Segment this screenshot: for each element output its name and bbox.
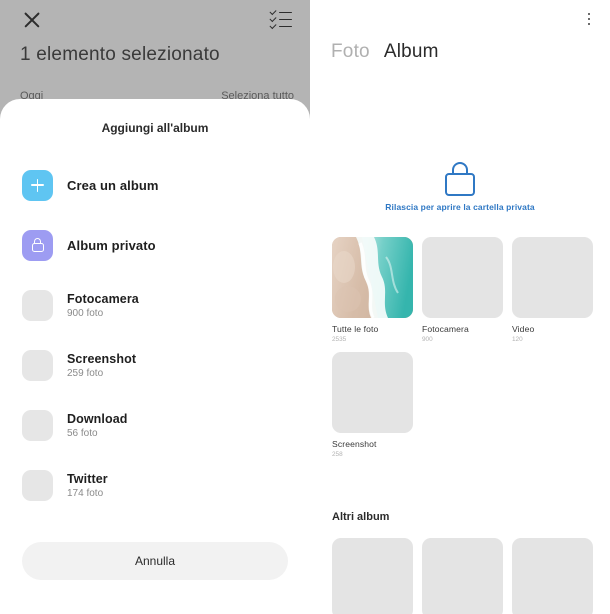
check-glyph xyxy=(269,14,277,22)
album-thumbnail xyxy=(22,289,53,321)
album-thumbnail xyxy=(22,349,53,381)
row-texts: Fotocamera 900 foto xyxy=(67,292,139,319)
app-root: Foto Album Rilascia per aprire la cartel… xyxy=(0,0,610,614)
private-folder-hint-text: Rilascia per aprire la cartella privata xyxy=(385,202,535,212)
row-label: Twitter xyxy=(67,471,108,486)
check-glyph xyxy=(269,7,277,15)
album-count: 258 xyxy=(332,451,343,458)
album-card[interactable]: Tutte le foto 2535 xyxy=(332,237,413,343)
row-texts: Download 56 foto xyxy=(67,412,128,439)
overflow-dot xyxy=(587,22,591,26)
row-label: Fotocamera xyxy=(67,291,139,306)
row-texts: Twitter 174 foto xyxy=(67,472,108,499)
selection-screen: 1 elemento selezionato Oggi Seleziona tu… xyxy=(0,0,310,614)
plus-icon xyxy=(22,169,53,201)
album-row-fotocamera[interactable]: Fotocamera 900 foto xyxy=(0,275,310,335)
lock-icon xyxy=(444,162,476,196)
line-glyph xyxy=(279,11,292,14)
album-thumbnail[interactable] xyxy=(332,352,413,433)
sheet-option-list: Crea un album Album privato Fotocamera 9… xyxy=(0,155,310,515)
row-photo-count: 900 foto xyxy=(67,307,104,319)
row-texts: Screenshot 259 foto xyxy=(67,352,136,379)
row-photo-count: 259 foto xyxy=(67,367,104,379)
album-row-screenshot[interactable]: Screenshot 259 foto xyxy=(0,335,310,395)
album-title: Fotocamera xyxy=(422,324,469,334)
checklist-row xyxy=(269,21,292,29)
row-texts: Crea un album xyxy=(67,178,159,193)
lock-body xyxy=(445,173,475,196)
sheet-title: Aggiungi all'album xyxy=(101,121,209,135)
other-albums-grid xyxy=(332,538,610,614)
row-photo-count: 56 foto xyxy=(67,427,98,439)
album-card[interactable]: Screenshot 258 xyxy=(332,352,413,458)
album-thumbnail[interactable] xyxy=(332,538,413,614)
album-title: Screenshot xyxy=(332,439,377,449)
page-tabs: Foto Album xyxy=(331,41,439,63)
line-glyph xyxy=(279,18,292,21)
row-label: Screenshot xyxy=(67,351,137,366)
album-thumbnail[interactable] xyxy=(422,538,503,614)
overflow-menu-icon[interactable] xyxy=(576,6,602,32)
album-thumbnail[interactable] xyxy=(512,538,593,614)
tab-foto[interactable]: Foto xyxy=(331,41,370,63)
create-album-row[interactable]: Crea un album xyxy=(0,155,310,215)
row-texts: Album privato xyxy=(67,238,156,253)
album-count: 900 xyxy=(422,336,433,343)
selection-count-title: 1 elemento selezionato xyxy=(20,44,220,65)
row-photo-count: 174 foto xyxy=(67,487,104,499)
lock-glyph xyxy=(31,238,44,252)
row-label: Download xyxy=(67,411,128,426)
album-count: 2535 xyxy=(332,336,347,343)
lock-icon xyxy=(22,229,53,261)
album-thumbnail xyxy=(22,409,53,441)
album-grid: Tutte le foto 2535 Fotocamera 900 Video … xyxy=(332,237,610,458)
album-thumbnail[interactable] xyxy=(512,237,593,318)
row-label: Crea un album xyxy=(67,177,159,193)
check-glyph xyxy=(269,21,277,29)
album-row-download[interactable]: Download 56 foto xyxy=(0,395,310,455)
checklist-icon[interactable] xyxy=(269,7,292,29)
album-row-twitter[interactable]: Twitter 174 foto xyxy=(0,455,310,515)
other-albums-title: Altri album xyxy=(332,511,390,523)
album-thumbnail xyxy=(22,469,53,501)
lock-body xyxy=(31,242,44,252)
album-title: Video xyxy=(512,324,535,334)
private-folder-drop-hint: Rilascia per aprire la cartella privata xyxy=(310,162,610,212)
album-title: Tutte le foto xyxy=(332,324,379,334)
add-to-album-sheet: Aggiungi all'album Crea un album Album p… xyxy=(0,99,310,614)
overflow-dot xyxy=(587,12,591,16)
album-thumbnail[interactable] xyxy=(422,237,503,318)
album-thumbnail-beach[interactable] xyxy=(332,237,413,318)
album-card[interactable]: Fotocamera 900 xyxy=(422,237,503,343)
line-glyph xyxy=(279,25,292,28)
album-count: 120 xyxy=(512,336,523,343)
beach-photo xyxy=(332,237,413,318)
plus-glyph xyxy=(31,178,44,192)
tab-album[interactable]: Album xyxy=(384,41,439,63)
cancel-button[interactable]: Annulla xyxy=(22,542,288,580)
private-album-row[interactable]: Album privato xyxy=(0,215,310,275)
close-icon[interactable] xyxy=(20,8,44,32)
overflow-dot xyxy=(587,17,591,21)
album-card[interactable]: Video 120 xyxy=(512,237,593,343)
row-label: Album privato xyxy=(67,237,156,253)
albums-page: Foto Album Rilascia per aprire la cartel… xyxy=(310,0,610,614)
